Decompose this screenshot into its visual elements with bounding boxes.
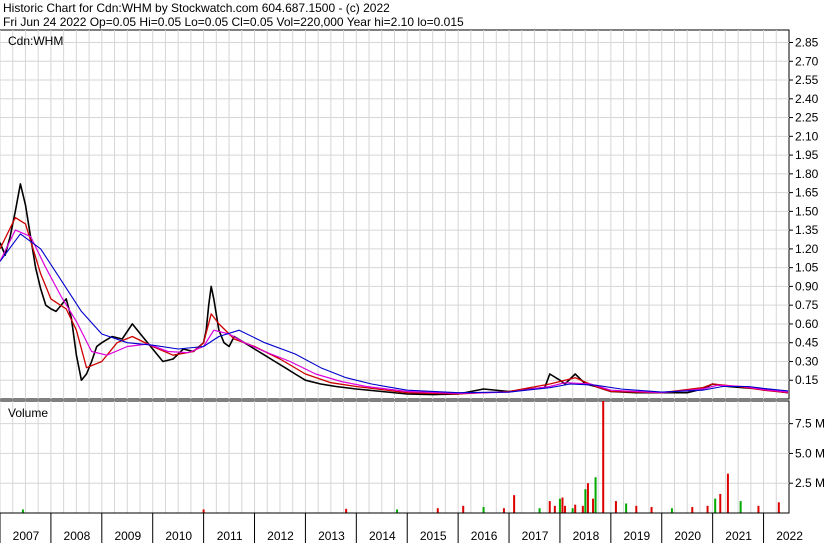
volume-bar	[538, 508, 541, 513]
volume-bar	[558, 498, 561, 513]
chart-canvas: 0.15 0.30 0.45 0.60 0.75 0.90 1.05 1.20 1.35 1.50…	[0, 29, 825, 543]
x-tick-label: 2008	[64, 529, 91, 543]
volume-bar	[739, 501, 742, 513]
x-tick-label: 2007	[13, 529, 40, 543]
volume-bar	[553, 505, 556, 513]
volume-bar	[202, 509, 205, 513]
x-tick-label: 2009	[114, 529, 141, 543]
volume-bar	[345, 508, 348, 513]
volume-bar	[581, 505, 584, 513]
volume-y-tick-label: 7.5 M	[795, 417, 825, 431]
price-y-tick-label: 1.50	[795, 204, 819, 218]
volume-bar	[670, 508, 673, 513]
volume-bar	[502, 508, 505, 513]
volume-bar	[482, 507, 485, 513]
volume-bar	[726, 473, 729, 513]
volume-bar	[719, 493, 722, 513]
price-y-tick-label: 0.15	[795, 373, 819, 387]
volume-bar	[777, 502, 780, 513]
price-y-tick-label: 0.90	[795, 279, 819, 293]
price-y-tick-label: 1.95	[795, 148, 819, 162]
volume-bar	[602, 401, 605, 513]
price-y-tick-label: 2.10	[795, 129, 819, 143]
price-y-tick-label: 2.40	[795, 92, 819, 106]
price-y-tick-label: 1.20	[795, 242, 819, 256]
price-y-tick-label: 2.85	[795, 36, 819, 50]
x-tick-label: 2012	[267, 529, 294, 543]
x-tick-label: 2013	[318, 529, 345, 543]
x-tick-label: 2010	[165, 529, 192, 543]
volume-bar	[571, 508, 574, 513]
volume-bar	[584, 489, 587, 513]
price-y-tick-label: 2.25	[795, 111, 819, 125]
price-y-tick-label: 2.55	[795, 73, 819, 87]
x-axis: 2007 2008 2009 2010 2011 2012 2013 2014 2015 2016…	[0, 512, 803, 543]
volume-bar	[513, 495, 516, 513]
volume-bar	[586, 483, 589, 513]
price-y-tick-label: 1.05	[795, 261, 819, 275]
x-tick-label: 2015	[420, 529, 447, 543]
volume-panel-title: Volume	[8, 406, 48, 420]
volume-bar	[574, 504, 577, 513]
volume-bar	[706, 505, 709, 513]
volume-bar	[592, 498, 595, 513]
price-y-tick-label: 1.65	[795, 186, 819, 200]
volume-bar	[462, 505, 465, 513]
volume-bar	[436, 508, 439, 513]
volume-bar	[548, 501, 551, 513]
volume-bar	[561, 497, 564, 513]
price-y-tick-label: 1.35	[795, 223, 819, 237]
x-tick-label: 2021	[725, 529, 752, 543]
volume-bar	[594, 477, 597, 513]
volume-y-tick-label: 2.5 M	[795, 476, 825, 490]
x-tick-label: 2022	[776, 529, 803, 543]
price-y-tick-label: 0.75	[795, 298, 819, 312]
volume-bar	[650, 507, 653, 513]
volume-bar	[757, 505, 760, 513]
price-y-ticks: 0.15 0.30 0.45 0.60 0.75 0.90 1.05 1.20 1.35 1.50…	[789, 36, 819, 387]
volume-y-ticks: 2.5 M 5.0 M 7.5 M	[789, 417, 825, 490]
volume-bar	[564, 505, 567, 513]
price-y-tick-label: 1.80	[795, 167, 819, 181]
price-y-tick-label: 2.70	[795, 54, 819, 68]
volume-bar	[714, 498, 717, 513]
price-y-tick-label: 0.30	[795, 354, 819, 368]
volume-y-tick-label: 5.0 M	[795, 446, 825, 460]
volume-bar	[691, 507, 694, 513]
price-y-tick-label: 0.60	[795, 317, 819, 331]
price-panel-title: Cdn:WHM	[8, 34, 63, 48]
x-tick-label: 2018	[573, 529, 600, 543]
x-tick-label: 2016	[471, 529, 498, 543]
volume-bar	[614, 501, 617, 513]
x-tick-label: 2014	[369, 529, 396, 543]
x-tick-label: 2011	[217, 529, 243, 543]
volume-bar	[625, 503, 628, 513]
volume-bar	[21, 509, 24, 513]
volume-bar	[635, 505, 638, 513]
x-tick-label: 2020	[674, 529, 701, 543]
price-y-tick-label: 0.45	[795, 336, 819, 350]
x-tick-label: 2019	[623, 529, 650, 543]
x-tick-label: 2017	[522, 529, 549, 543]
volume-bar	[396, 509, 399, 513]
